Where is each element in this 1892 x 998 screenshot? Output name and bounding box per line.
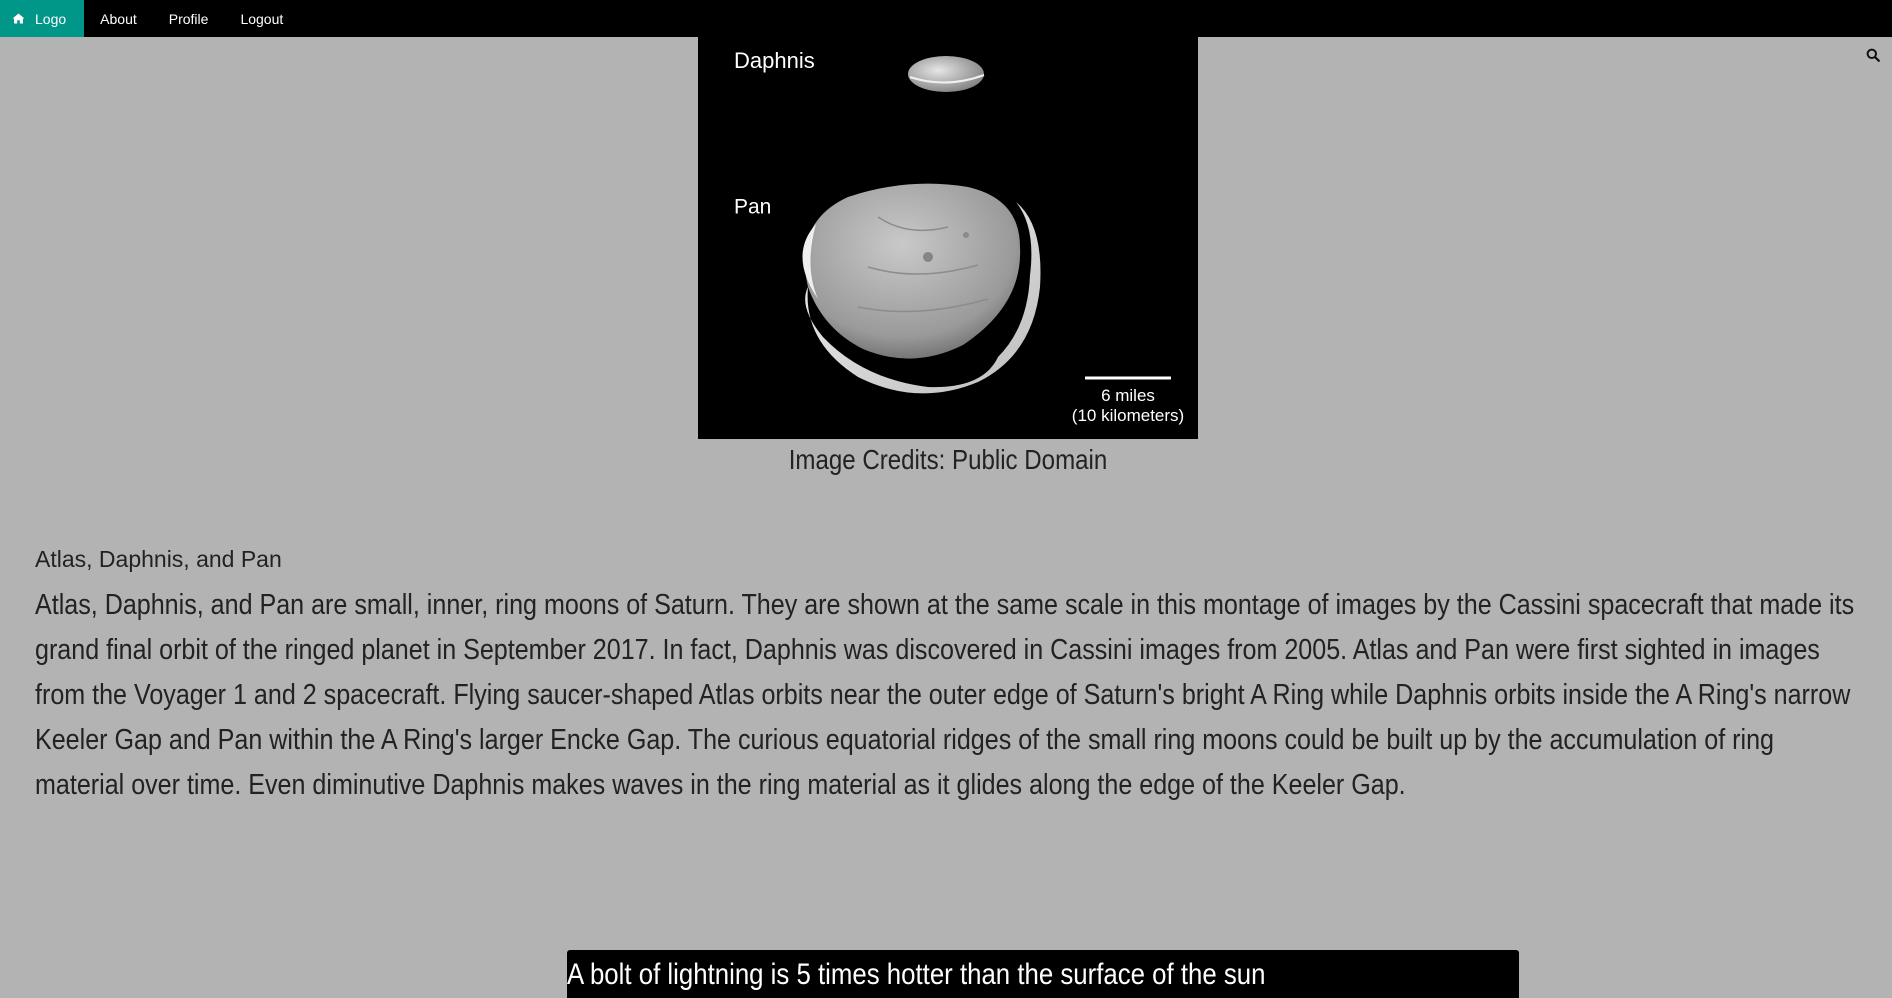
fact-banner: A bolt of lightning is 5 times hotter th… — [567, 950, 1519, 998]
nav-logout[interactable]: Logout — [224, 0, 299, 37]
article: Atlas, Daphnis, and Pan Atlas, Daphnis, … — [35, 546, 1865, 808]
nav-profile[interactable]: Profile — [153, 0, 225, 37]
scale-kilometers: (10 kilometers) — [1072, 406, 1184, 425]
pan-moon — [802, 183, 1041, 394]
scale-miles: 6 miles — [1101, 386, 1155, 405]
home-icon — [12, 13, 25, 24]
search-icon — [1866, 48, 1880, 62]
daphnis-moon — [908, 56, 985, 92]
moons-image: Daphnis Pan 6 miles (10 kilometers) — [698, 37, 1198, 439]
article-title: Atlas, Daphnis, and Pan — [35, 546, 282, 572]
top-navbar: Logo About Profile Logout — [0, 0, 1892, 37]
image-credits: Image Credits: Public Domain — [788, 444, 1108, 475]
pan-label: Pan — [734, 195, 771, 218]
logo-label: Logo — [35, 10, 67, 27]
logo-button[interactable]: Logo — [0, 0, 85, 37]
article-body: Atlas, Daphnis, and Pan are small, inner… — [35, 589, 1855, 801]
nav-about[interactable]: About — [84, 0, 153, 37]
search-button[interactable] — [1864, 46, 1882, 64]
daphnis-label: Daphnis — [734, 48, 815, 73]
fact-text: A bolt of lightning is 5 times hotter th… — [567, 958, 1266, 991]
